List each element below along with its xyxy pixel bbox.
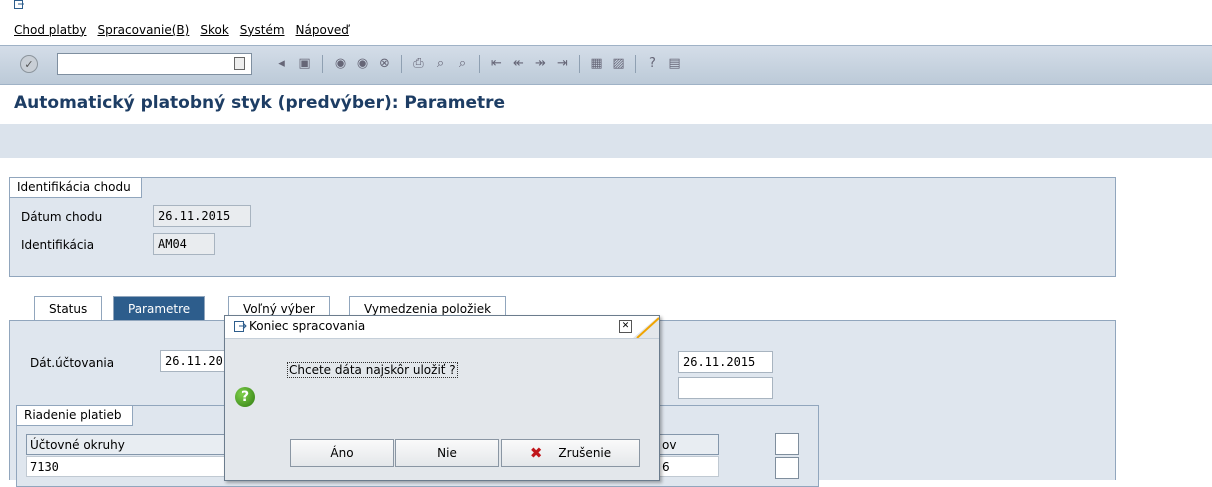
toolbar-separator <box>479 55 480 73</box>
back-arrow-icon[interactable]: ◂ <box>273 55 290 72</box>
identification-frame: Identifikácia chodu Dátum chodu Identifi… <box>9 177 1116 277</box>
menu-chod-platby[interactable]: Chod platby <box>14 23 87 37</box>
enter-icon[interactable]: ✓ <box>20 55 38 73</box>
dialog-exit-icon <box>234 321 247 332</box>
menu-napoved[interactable]: Nápoveď <box>296 23 349 37</box>
tab-parametre[interactable]: Parametre <box>113 296 206 320</box>
dialog-question: Chcete dáta najskôr uložiť ? <box>287 362 458 378</box>
toolbar-separator <box>579 55 580 73</box>
cancel-button[interactable]: ✖ Zrušenie <box>501 439 640 467</box>
cancel-icon[interactable]: ⊗ <box>376 55 393 72</box>
page-title: Automatický platobný styk (predvýber): P… <box>14 93 506 113</box>
right-empty-field[interactable] <box>678 377 773 399</box>
command-dropdown-icon[interactable] <box>234 57 245 70</box>
menu-bar: Chod platby Spracovanie(B) Skok Systém N… <box>0 0 1212 45</box>
first-page-icon[interactable]: ⇤ <box>488 55 505 72</box>
company-code-cell[interactable]: 7130 <box>26 456 226 477</box>
yes-button-label: Áno <box>330 446 354 460</box>
payment-control-legend: Riadenie platieb <box>17 406 133 426</box>
cancel-x-icon: ✖ <box>529 444 543 462</box>
end-processing-dialog: Koniec spracovania ✕ Chcete dáta najskôr… <box>224 315 660 481</box>
cancel-button-label: Zrušenie <box>558 446 612 460</box>
row-select-checkbox-header[interactable] <box>775 433 799 455</box>
tab-status[interactable]: Status <box>34 296 103 320</box>
identification-label: Identifikácia <box>21 238 95 252</box>
application-toolbar <box>0 124 1212 158</box>
menu-skok[interactable]: Skok <box>200 23 228 37</box>
no-button[interactable]: Nie <box>395 439 499 467</box>
command-field[interactable] <box>57 53 252 75</box>
find-next-icon[interactable]: ⌕ <box>454 55 471 72</box>
row-select-checkbox[interactable] <box>775 457 799 479</box>
question-icon: ? <box>235 387 255 407</box>
right-date-field[interactable] <box>678 351 773 373</box>
shortcut-icon[interactable]: ▨ <box>610 55 627 72</box>
menu-system[interactable]: Systém <box>240 23 285 37</box>
toolbar: ✓ ◂ ▣ ◉ ◉ ⊗ ⎙ ⌕ ⌕ ⇤ ↞ ↠ ⇥ ▦ ▨ ? ▤ <box>0 45 1212 85</box>
layout-icon[interactable]: ▤ <box>666 55 683 72</box>
last-page-icon[interactable]: ⇥ <box>554 55 571 72</box>
partial-header[interactable]: ov <box>657 434 719 455</box>
new-session-icon[interactable]: ▦ <box>588 55 605 72</box>
posting-date-label: Dát.účtovania <box>30 356 115 370</box>
no-button-label: Nie <box>437 446 457 460</box>
partial-cell[interactable]: 6 <box>657 456 719 477</box>
back-icon[interactable]: ◉ <box>332 55 349 72</box>
save-icon[interactable]: ▣ <box>296 55 313 72</box>
next-page-icon[interactable]: ↠ <box>532 55 549 72</box>
print-icon[interactable]: ⎙ <box>410 55 427 72</box>
dialog-corner-decoration <box>633 316 659 338</box>
menu-items: Chod platby Spracovanie(B) Skok Systém N… <box>14 23 360 37</box>
dialog-title-bar: Koniec spracovania ✕ <box>225 316 659 339</box>
exit-icon[interactable] <box>14 0 25 9</box>
identification-legend: Identifikácia chodu <box>10 178 142 198</box>
toolbar-separator <box>635 55 636 73</box>
identification-field[interactable] <box>153 233 215 255</box>
yes-button[interactable]: Áno <box>290 439 394 467</box>
toolbar-separator <box>322 55 323 73</box>
help-icon[interactable]: ? <box>644 55 661 72</box>
run-date-field[interactable] <box>153 205 251 227</box>
company-codes-header[interactable]: Účtovné okruhy <box>26 434 226 455</box>
dialog-close-icon[interactable]: ✕ <box>619 320 632 333</box>
run-date-label: Dátum chodu <box>21 210 103 224</box>
toolbar-separator <box>401 55 402 73</box>
dialog-title: Koniec spracovania <box>249 319 366 333</box>
exit-up-icon[interactable]: ◉ <box>354 55 371 72</box>
previous-page-icon[interactable]: ↞ <box>510 55 527 72</box>
menu-spracovanie[interactable]: Spracovanie(B) <box>98 23 190 37</box>
find-icon[interactable]: ⌕ <box>432 55 449 72</box>
